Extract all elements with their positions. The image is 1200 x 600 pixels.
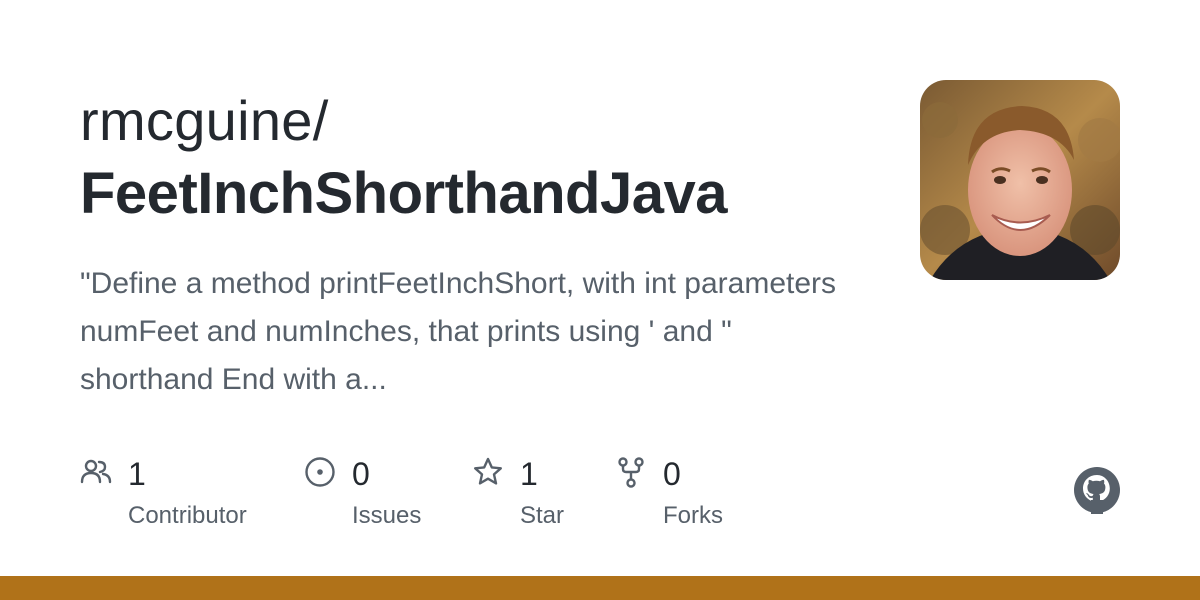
people-icon [80,459,112,484]
avatar-image [920,80,1120,280]
stars-label: Star [520,502,565,529]
issue-circle-icon [305,457,335,487]
github-logo-icon[interactable] [1073,466,1121,514]
avatar [920,80,1120,280]
repo-name[interactable]: FeetInchShorthandJava [80,160,727,228]
social-preview-card: rmcguine/ FeetInchShorthandJava "Define … [0,0,1200,600]
repo-description: "Define a method printFeetInchShort, wit… [80,267,837,396]
fork-icon [618,457,644,488]
contributors-label: Contributor [128,502,247,529]
star-icon [474,457,502,485]
repo-owner[interactable]: rmcguine/ [80,88,329,154]
language-color-bar [0,576,1200,600]
contributors-count: 1 [128,456,146,492]
forks-count: 0 [663,456,681,492]
issues-count: 0 [352,456,370,492]
forks-label: Forks [663,502,723,529]
issues-label: Issues [352,502,422,529]
stars-count: 1 [520,456,538,492]
